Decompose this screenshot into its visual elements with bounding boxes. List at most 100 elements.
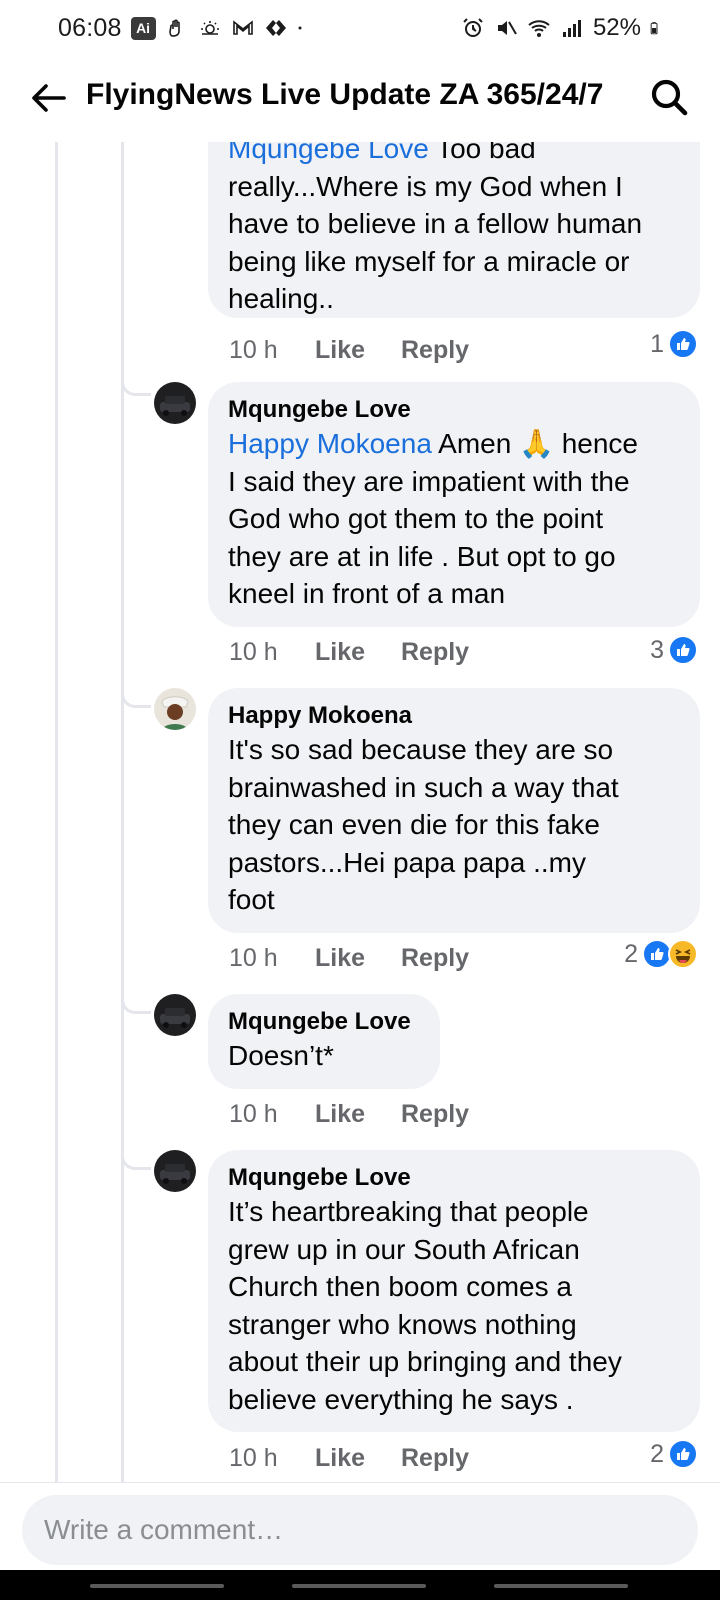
comment-time: 10 h — [229, 1443, 278, 1472]
reply-connector — [121, 686, 151, 708]
reply-connector — [121, 992, 151, 1014]
arrow-left-icon — [32, 84, 66, 112]
reply-connector — [121, 374, 151, 396]
nav-back-handle[interactable] — [494, 1584, 628, 1588]
ai-badge-icon: Ai — [130, 16, 156, 40]
reply-button[interactable]: Reply — [401, 336, 469, 365]
status-left: 06:08 Ai — [58, 14, 309, 43]
avatar[interactable] — [154, 382, 196, 424]
comment-line: It's so sad because they are so — [228, 734, 614, 765]
comment-bubble[interactable]: Happy Mokoena It's so sad because they a… — [208, 688, 700, 933]
comment-input[interactable] — [22, 1495, 698, 1565]
comment-line: they are at in life . But opt to go — [228, 540, 616, 572]
reply-button[interactable]: Reply — [401, 1444, 469, 1473]
comment-author[interactable]: Mqungebe Love — [228, 395, 680, 425]
comment-meta: 10 h Like Reply — [229, 632, 469, 672]
comment-time: 10 h — [229, 335, 278, 364]
comment-line: have to believe in a fellow human — [228, 208, 643, 239]
comment-line: God who got them to the point — [228, 503, 604, 534]
comment-author[interactable]: Happy Mokoena — [228, 701, 680, 731]
avatar-car-image — [154, 994, 196, 1036]
avatar-car-image — [154, 1150, 196, 1192]
mute-icon — [497, 21, 517, 35]
comment-bubble[interactable]: Mqungebe Love It’s heartbreaking that pe… — [208, 1150, 700, 1432]
search-button[interactable] — [646, 74, 692, 120]
comment-line: being like myself for a miracle or — [228, 245, 630, 277]
comment-mention[interactable]: Happy Mokoena — [228, 428, 432, 459]
reply-button[interactable]: Reply — [401, 1100, 469, 1129]
comment-line: stranger who knows nothing — [228, 1308, 577, 1340]
comment-bubble[interactable]: Mqungebe Love Happy Mokoena Amen 🙏 hence… — [208, 382, 700, 627]
back-button[interactable] — [26, 76, 70, 120]
app-header: FlyingNews Live Update ZA 365/24/7 — [0, 56, 720, 142]
comment-text: It's so sad because they are so brainwas… — [228, 731, 680, 919]
comment-partial-line: Mqungebe Love Too bad — [228, 142, 680, 168]
thread-line-parent — [55, 142, 58, 1482]
avatar[interactable] — [154, 688, 196, 730]
comment-line: believe everything he says . — [228, 1383, 574, 1415]
comment-line: healing.. — [228, 283, 334, 314]
comment-line: brainwashed in such a way that — [228, 771, 619, 803]
comment-author[interactable]: Mqungebe Love — [228, 1007, 420, 1037]
comment-text: Mqungebe Love Too bad really...Where is … — [228, 142, 680, 318]
comment-time: 10 h — [229, 637, 278, 666]
gmail-icon — [232, 20, 253, 35]
notification-hand-icon — [168, 19, 180, 37]
comment-author[interactable]: Mqungebe Love — [228, 1163, 680, 1193]
search-icon — [651, 79, 688, 116]
reply-button[interactable]: Reply — [401, 638, 469, 667]
comment-line: about their up bringing and they — [228, 1346, 622, 1377]
comment-line: foot — [228, 884, 275, 915]
like-button[interactable]: Like — [315, 1444, 401, 1473]
reactions-summary[interactable]: 1 — [650, 326, 698, 362]
thread-line-replies — [121, 142, 124, 1482]
comment-bubble[interactable]: Mqungebe Love Too bad really...Where is … — [208, 142, 700, 318]
comment-first-line-rest: Amen 🙏 hence — [431, 428, 638, 459]
avatar[interactable] — [154, 1150, 196, 1192]
comment-time: 10 h — [229, 943, 278, 972]
comment-partial-rest: Too bad — [436, 142, 536, 164]
comment-line: Doesn’t* — [228, 1040, 334, 1071]
reactions-summary[interactable]: 2 — [624, 936, 698, 972]
like-button[interactable]: Like — [315, 336, 401, 365]
comment-meta: 10 h Like Reply — [229, 938, 469, 978]
status-right: 52% — [461, 14, 664, 42]
nav-home-handle[interactable] — [292, 1584, 426, 1588]
nav-recents-handle[interactable] — [90, 1584, 224, 1588]
comment-line: Church then boom comes a — [228, 1271, 572, 1302]
reactions-summary[interactable]: 3 — [650, 632, 698, 668]
thumbs-up-icon — [668, 1439, 698, 1469]
signal-icon — [562, 20, 581, 37]
comment-text: Doesn’t* — [228, 1037, 420, 1075]
comment-bubble[interactable]: Mqungebe Love Doesn’t* — [208, 994, 440, 1089]
like-button[interactable]: Like — [315, 638, 401, 667]
weather-icon — [200, 21, 219, 35]
battery-percent: 52% — [592, 14, 641, 41]
comment-text: Happy Mokoena Amen 🙏 hence I said they a… — [228, 425, 680, 613]
comment-time: 10 h — [229, 1099, 278, 1128]
reaction-count: 3 — [650, 635, 664, 664]
alarm-icon — [463, 18, 483, 37]
haha-emoji-icon — [668, 939, 698, 969]
avatar[interactable] — [154, 994, 196, 1036]
comment-line: grew up in our South African — [228, 1233, 580, 1265]
page-title: FlyingNews Live Update ZA 365/24/7 — [86, 78, 604, 111]
like-button[interactable]: Like — [315, 944, 401, 973]
thumbs-up-icon — [668, 635, 698, 665]
reaction-count: 2 — [650, 1439, 664, 1468]
avatar-person-image — [154, 688, 196, 730]
reply-button[interactable]: Reply — [401, 944, 469, 973]
reply-connector — [121, 1148, 151, 1170]
like-button[interactable]: Like — [315, 1100, 401, 1129]
battery-icon — [650, 22, 658, 35]
status-bar: 06:08 Ai 52% — [0, 0, 720, 56]
system-nav-bar — [0, 1570, 720, 1600]
comment-line: pastors...Hei papa papa ..my — [228, 846, 586, 878]
comment-composer — [0, 1482, 720, 1570]
comment-partial-mention[interactable]: Mqungebe Love — [228, 142, 429, 164]
comment-line: really...Where is my God when I — [228, 170, 623, 202]
comments-list[interactable]: Mqungebe Love Too bad really...Where is … — [0, 142, 720, 1482]
code-diamond-icon — [265, 20, 286, 36]
reaction-count: 1 — [650, 329, 664, 358]
reactions-summary[interactable]: 2 — [650, 1436, 698, 1472]
